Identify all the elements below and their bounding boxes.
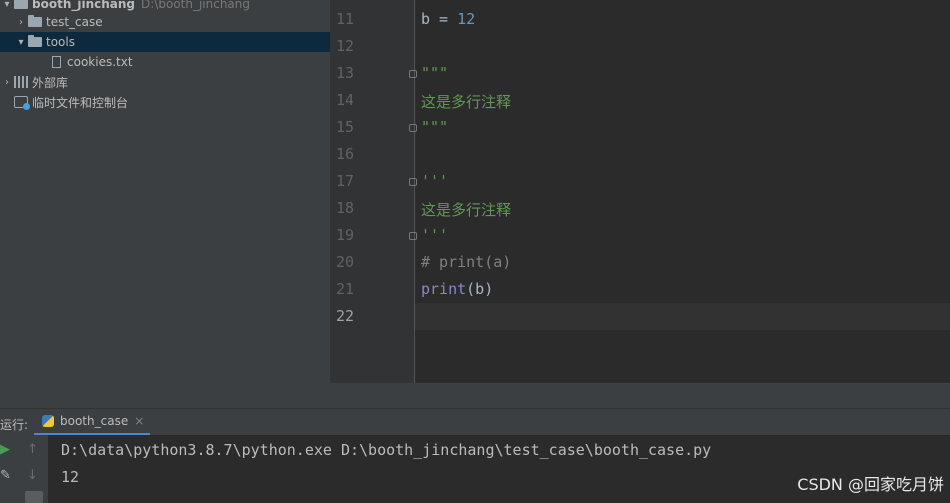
line-number: 17	[336, 172, 355, 190]
code-line: b = 12	[421, 10, 476, 28]
code-line-docstring: """	[421, 64, 449, 82]
run-tab-label: booth_case	[60, 414, 129, 428]
fold-marker-icon[interactable]	[409, 232, 417, 240]
tree-item-external-libs[interactable]: › 外部库	[0, 72, 330, 92]
root-name: booth_jinchang	[32, 0, 136, 11]
code-editor[interactable]: 11 12 13 14 15 16 17 18 19 20 21 22 b = …	[330, 0, 950, 408]
code-line-docstring: '''	[421, 172, 449, 190]
project-panel: ▾ booth_jinchang D:\booth_jinchang › tes…	[0, 0, 330, 408]
line-number: 12	[336, 37, 355, 55]
tree-item-label: 临时文件和控制台	[32, 95, 129, 110]
tree-item-label: cookies.txt	[67, 55, 133, 69]
console-output: 12	[61, 468, 80, 486]
rerun-icon[interactable]: ▶	[0, 442, 10, 457]
watermark: CSDN @回家吃月饼	[797, 475, 944, 494]
tree-item-scratches[interactable]: 临时文件和控制台	[0, 92, 330, 112]
fold-marker-icon[interactable]	[409, 178, 417, 186]
code-line-docstring: '''	[421, 226, 449, 244]
chevron-right-icon[interactable]: ›	[0, 77, 14, 88]
python-icon	[42, 415, 54, 427]
line-number: 15	[336, 118, 355, 136]
chevron-right-icon[interactable]: ›	[14, 17, 28, 28]
tree-item-label: 外部库	[32, 75, 69, 90]
line-number: 14	[336, 91, 355, 109]
line-number-gutter	[330, 0, 414, 383]
current-line-highlight	[415, 303, 950, 330]
run-toolbar: ▶ ↑ ✎ ↓	[0, 435, 48, 503]
folder-icon	[28, 15, 42, 27]
run-tab-booth-case[interactable]: booth_case ×	[34, 409, 151, 436]
code-line: print(b)	[421, 280, 494, 298]
line-number: 13	[336, 64, 355, 82]
tree-item-tools[interactable]: ▾ tools	[0, 32, 330, 52]
stop-icon[interactable]	[25, 491, 43, 503]
scratches-icon	[14, 96, 30, 110]
line-number: 18	[336, 199, 355, 217]
tree-item-label: test_case	[46, 15, 103, 29]
text-file-icon	[52, 56, 61, 68]
line-number: 19	[336, 226, 355, 244]
line-number: 11	[336, 10, 355, 28]
folder-icon	[14, 0, 28, 9]
code-line-docstring: """	[421, 118, 449, 136]
fold-marker-icon[interactable]	[409, 70, 417, 78]
fold-marker-icon[interactable]	[409, 124, 417, 132]
chevron-down-icon[interactable]: ▾	[0, 0, 14, 10]
run-label: 运行:	[0, 418, 29, 432]
close-icon[interactable]: ×	[134, 414, 144, 428]
code-line-docstring: 这是多行注释	[421, 93, 512, 111]
wrench-icon[interactable]: ✎	[0, 468, 11, 483]
tree-item-test-case[interactable]: › test_case	[0, 12, 330, 32]
run-tool-window-header: 运行: booth_case ×	[0, 408, 950, 436]
line-number: 21	[336, 280, 355, 298]
chevron-down-icon[interactable]: ▾	[14, 37, 28, 48]
line-number-current: 22	[336, 307, 355, 325]
code-line-comment: # print(a)	[421, 253, 512, 271]
code-line-docstring: 这是多行注释	[421, 201, 512, 219]
root-path: D:\booth_jinchang	[141, 0, 251, 11]
folder-icon	[28, 35, 42, 47]
editor-breadcrumb-bar	[330, 383, 950, 408]
arrow-up-icon[interactable]: ↑	[27, 442, 38, 457]
tree-item-label: tools	[46, 35, 75, 49]
line-number: 20	[336, 253, 355, 271]
library-icon	[14, 76, 28, 88]
console-command: D:\data\python3.8.7\python.exe D:\booth_…	[61, 441, 712, 459]
arrow-down-icon[interactable]: ↓	[27, 468, 38, 483]
tree-item-cookies[interactable]: cookies.txt	[0, 52, 330, 72]
line-number: 16	[336, 145, 355, 163]
